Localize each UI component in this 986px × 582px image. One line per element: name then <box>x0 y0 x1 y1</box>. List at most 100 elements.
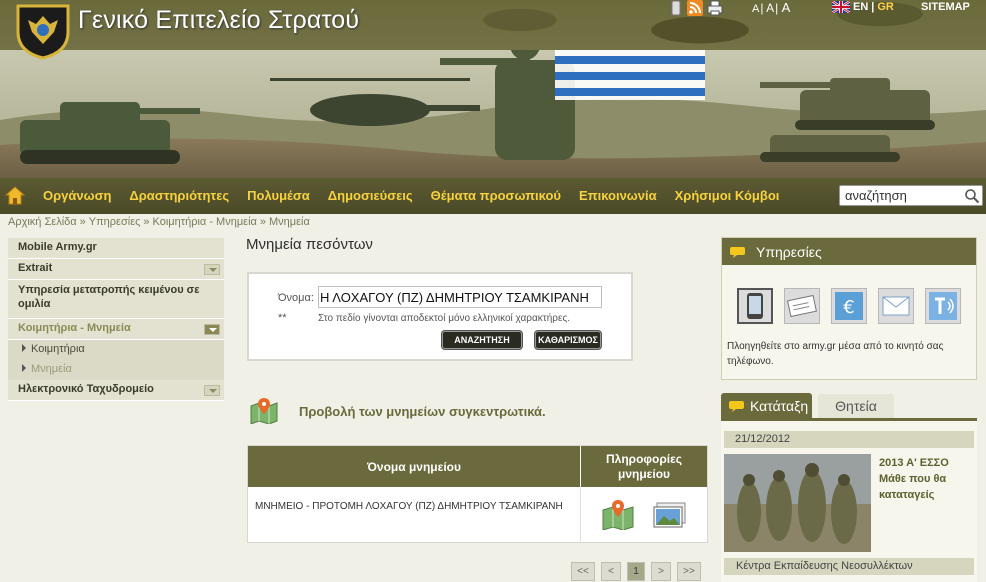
chevron-down-icon[interactable] <box>204 324 220 335</box>
sidebar-item-label: Mobile Army.gr <box>18 241 97 253</box>
tab-katataxi[interactable]: Κατάταξη <box>721 393 812 418</box>
tab-thiteia[interactable]: Θητεία <box>818 394 894 418</box>
map-pin-icon[interactable] <box>601 499 635 530</box>
bullet-arrow-icon <box>22 364 26 372</box>
sidebar-subitem-label: Μνημεία <box>31 363 72 375</box>
monuments-table: Όνομα μνημείου Πληροφορίες μνημείου ΜΝΗΜ… <box>247 445 708 543</box>
font-size-small[interactable]: A <box>752 3 759 15</box>
breadcrumb-separator: » <box>259 216 267 228</box>
nav-item-activities[interactable]: Δραστηριότητες <box>129 188 229 203</box>
news-date: 21/12/2012 <box>724 431 974 448</box>
news-headline-line: 2013 Α' ΕΣΣΟ <box>879 457 949 469</box>
services-box: Υπηρεσίες € Πλοηγηθείτε στο army.gr μέσα… <box>721 237 977 380</box>
sidebar-item-extrait[interactable]: Extrait <box>8 259 224 280</box>
sidebar-item-mobile-army[interactable]: Mobile Army.gr <box>8 238 224 259</box>
nav-item-contact[interactable]: Επικοινωνία <box>579 188 657 203</box>
sidebar-subitem-cemeteries[interactable]: Κοιμητήρια <box>8 340 224 360</box>
nav-item-useful-links[interactable]: Χρήσιμοι Κόμβοι <box>675 188 780 203</box>
news-footer-caption[interactable]: Κέντρα Εκπαίδευσης Νεοσυλλέκτων <box>724 558 974 575</box>
service-payments-button[interactable]: € <box>831 288 867 324</box>
nav-item-publications[interactable]: Δημοσιεύσεις <box>328 188 413 203</box>
monument-search-form: Όνομα: ** Στο πεδίο γίνονται αποδεκτοί μ… <box>247 272 633 361</box>
tab-label: Κατάταξη <box>750 397 809 414</box>
map-pin-icon <box>250 398 278 424</box>
sidebar-item-label: Κοιμητήρια - Μνημεία <box>18 322 131 334</box>
nav-item-organization[interactable]: Οργάνωση <box>43 188 111 203</box>
view-all-monuments-map[interactable]: Προβολή των μνημείων συγκεντρωτικά. <box>249 398 546 424</box>
news-headline-line: Μάθε που θα <box>879 473 947 485</box>
service-email-button[interactable] <box>878 288 914 324</box>
pager-page-button[interactable]: 1 <box>627 562 645 581</box>
sidebar-item-cemeteries-monuments[interactable]: Κοιμητήρια - Μνημεία <box>8 319 224 340</box>
news-headline[interactable]: 2013 Α' ΕΣΣΟ Μάθε που θα καταταγείς <box>879 455 949 503</box>
monument-name-cell: ΜΝΗΜΕΙΟ - ΠΡΟΤΟΜΗ ΛΟΧΑΓΟΥ (ΠΖ) ΔΗΜΗΤΡΙΟΥ… <box>248 487 581 542</box>
name-label: Όνομα: <box>278 292 314 304</box>
print-icon[interactable] <box>707 0 723 16</box>
search-icon[interactable] <box>964 188 980 204</box>
speech-bubble-icon <box>730 246 745 258</box>
sidebar-subitem-label: Κοιμητήρια <box>31 343 85 355</box>
text-to-speech-icon <box>929 292 957 320</box>
nav-item-multimedia[interactable]: Πολυμέσα <box>247 188 310 203</box>
chevron-down-icon[interactable] <box>204 385 220 396</box>
font-size-large[interactable]: A <box>782 0 791 15</box>
service-mobile-button[interactable] <box>737 288 773 324</box>
services-description: Πλοηγηθείτε στο army.gr μέσα από το κινη… <box>727 341 944 367</box>
sidebar-item-label: Extrait <box>18 262 53 274</box>
service-newsletter-button[interactable] <box>784 288 820 324</box>
chevron-down-icon[interactable] <box>204 264 220 275</box>
lang-gr-link[interactable]: GR <box>877 1 894 13</box>
service-text-to-speech-button[interactable] <box>925 288 961 324</box>
rss-icon[interactable] <box>687 0 703 16</box>
site-search <box>839 185 983 206</box>
news-photo-soldiers[interactable] <box>724 454 871 552</box>
sidebar-item-label: Ηλεκτρονικό Ταχυδρομείο <box>18 383 154 395</box>
required-marker: ** <box>278 312 287 324</box>
monument-info-cell <box>581 487 707 542</box>
speech-bubble-icon <box>729 400 744 412</box>
font-size-medium[interactable]: A <box>766 1 774 15</box>
pager-prev-button[interactable]: < <box>601 562 621 581</box>
mobile-icon[interactable] <box>668 0 684 16</box>
breadcrumb-cemeteries[interactable]: Κοιμητήρια - Μνημεία <box>153 216 257 228</box>
services-icons: € <box>737 288 961 324</box>
clear-button[interactable]: ΚΑΘΑΡΙΣΜΟΣ <box>535 331 601 349</box>
pager-first-button[interactable]: << <box>571 562 595 581</box>
view-all-monuments-link[interactable]: Προβολή των μνημείων συγκεντρωτικά. <box>299 404 546 419</box>
envelope-icon <box>882 296 910 316</box>
military-banner-image <box>0 50 986 178</box>
sidebar-item-text-to-speech[interactable]: Υπηρεσία μετατροπής κειμένου σε ομιλία <box>8 280 224 319</box>
home-icon[interactable] <box>5 186 25 206</box>
nav-items: Οργάνωση Δραστηριότητες Πολυμέσα Δημοσιε… <box>43 188 797 203</box>
table-header: Όνομα μνημείου Πληροφορίες μνημείου <box>248 446 707 487</box>
army-emblem-logo <box>16 4 70 60</box>
page-title: Μνημεία πεσόντων <box>246 236 373 253</box>
column-header-info: Πληροφορίες μνημείου <box>605 451 683 481</box>
site-title: Γενικό Επιτελείο Στρατού <box>78 6 360 34</box>
breadcrumb: Αρχική Σελίδα» Υπηρεσίες» Κοιμητήρια - Μνη… <box>8 216 310 228</box>
name-input[interactable] <box>318 286 602 308</box>
language-switcher: EN | GR <box>832 1 894 13</box>
sitemap-link[interactable]: SITEMAP <box>921 1 970 13</box>
column-header-name: Όνομα μνημείου <box>248 446 581 487</box>
services-title: Υπηρεσίες <box>756 243 822 260</box>
font-size-controls: A| A| A <box>752 0 791 15</box>
svg-text:€: € <box>843 297 854 318</box>
search-input[interactable] <box>840 186 958 205</box>
sidebar-subitem-monuments[interactable]: Μνημεία <box>8 360 224 380</box>
lang-en-link[interactable]: EN <box>853 1 868 13</box>
breadcrumb-home[interactable]: Αρχική Σελίδα <box>8 216 77 228</box>
pager-last-button[interactable]: >> <box>677 562 701 581</box>
pager-next-button[interactable]: > <box>651 562 671 581</box>
sidebar-item-email[interactable]: Ηλεκτρονικό Ταχυδρομείο <box>8 380 224 401</box>
table-row: ΜΝΗΜΕΙΟ - ΠΡΟΤΟΜΗ ΛΟΧΑΓΟΥ (ΠΖ) ΔΗΜΗΤΡΙΟΥ… <box>248 487 707 542</box>
nav-item-personnel[interactable]: Θέματα προσωπικού <box>431 188 561 203</box>
breadcrumb-monuments[interactable]: Μνημεία <box>269 216 310 228</box>
greek-only-hint: Στο πεδίο γίνονται αποδεκτοί μόνο ελληνι… <box>318 313 571 324</box>
newspaper-icon <box>787 295 817 317</box>
breadcrumb-services[interactable]: Υπηρεσίες <box>89 216 141 228</box>
photo-gallery-icon[interactable] <box>653 501 687 529</box>
search-button[interactable]: ΑΝΑΖΗΤΗΣΗ <box>442 331 522 349</box>
news-panel: 21/12/2012 2013 Α' ΕΣΣΟ Μάθε που θα κατα… <box>721 418 977 582</box>
site-header: Γενικό Επιτελείο Στρατού A| A| A EN | GR… <box>0 0 986 178</box>
